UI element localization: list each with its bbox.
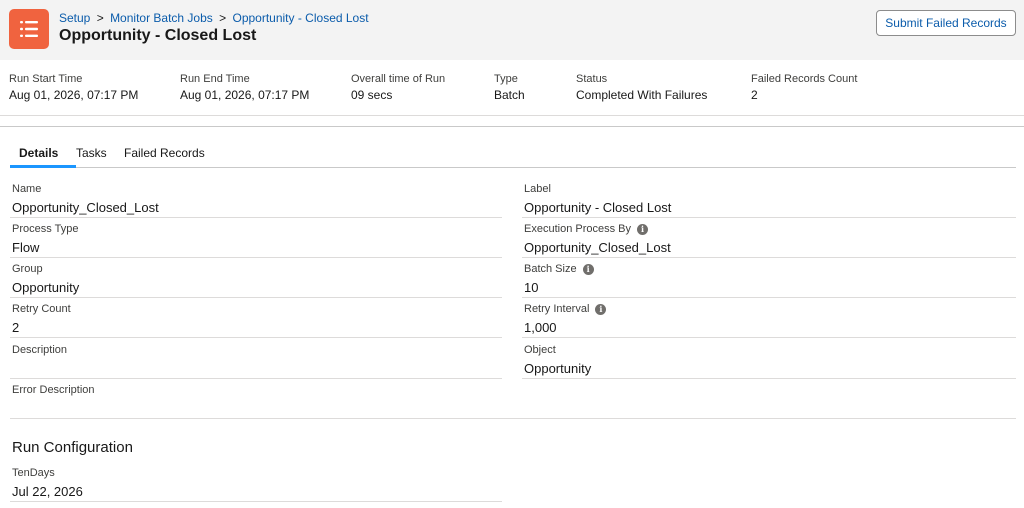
field-value: Opportunity_Closed_Lost: [524, 240, 671, 255]
field-value: Jul 22, 2026: [12, 484, 83, 499]
field-label: Description: [12, 344, 68, 356]
field-value: Flow: [12, 240, 40, 255]
field-value: Opportunity: [524, 361, 592, 376]
section-divider: [10, 418, 1016, 419]
field-label: Group: [12, 263, 43, 275]
field-process-type: Process Type Flow: [10, 218, 502, 258]
breadcrumb-separator: >: [96, 11, 104, 25]
field-batch-size: Batch Size i 10: [522, 258, 1016, 298]
breadcrumb: Setup > Monitor Batch Jobs > Opportunity…: [59, 11, 369, 25]
field-value: 1,000: [524, 320, 557, 335]
active-tab-indicator: [10, 165, 76, 168]
field-label: Object: [524, 344, 556, 356]
summary-label: Failed Records Count: [751, 73, 858, 85]
field-label: Process Type: [12, 223, 79, 235]
field-value: Opportunity_Closed_Lost: [12, 200, 159, 215]
summary-value: Completed With Failures: [576, 88, 708, 102]
breadcrumb-setup-link[interactable]: Setup: [59, 11, 90, 25]
field-retry-count: Retry Count 2: [10, 298, 502, 338]
field-label: Batch Size: [524, 263, 577, 275]
info-icon[interactable]: i: [582, 264, 594, 275]
info-icon[interactable]: i: [637, 224, 648, 235]
summary-run-start-time: Run Start Time Aug 01, 2026, 07:17 PM: [9, 73, 138, 102]
summary-label: Type: [494, 73, 518, 85]
summary-value: 2: [751, 88, 758, 102]
field-group: Group Opportunity: [10, 258, 502, 298]
summary-value: Aug 01, 2026, 07:17 PM: [180, 88, 310, 102]
field-name: Name Opportunity_Closed_Lost: [10, 178, 502, 218]
field-description: Description: [10, 339, 502, 379]
field-value: 10: [524, 280, 539, 295]
summary-label: Status: [576, 73, 608, 85]
tab-failed-records[interactable]: Failed Records: [124, 146, 205, 160]
submit-failed-records-button[interactable]: Submit Failed Records: [876, 10, 1016, 36]
field-value: Opportunity - Closed Lost: [524, 200, 672, 215]
field-label: Label: [524, 183, 551, 195]
field-value: 2: [12, 320, 20, 335]
summary-value: Batch: [494, 88, 525, 102]
field-value: Opportunity: [12, 280, 80, 295]
field-label: Error Description: [12, 384, 95, 396]
tab-bar: Details Tasks Failed Records: [10, 137, 1016, 168]
summary-type: Type Batch: [494, 73, 525, 102]
page-header: Setup > Monitor Batch Jobs > Opportunity…: [0, 0, 1024, 60]
breadcrumb-current-link[interactable]: Opportunity - Closed Lost: [232, 11, 368, 25]
field-tendays: TenDays Jul 22, 2026: [10, 462, 502, 502]
field-label: Retry Count: [12, 303, 71, 315]
field-label: TenDays: [12, 467, 55, 479]
info-icon[interactable]: i: [595, 304, 607, 315]
tab-tasks[interactable]: Tasks: [76, 146, 107, 160]
field-error-description: Error Description: [10, 379, 502, 419]
field-retry-interval: Retry Interval i 1,000: [522, 298, 1016, 338]
breadcrumb-separator: >: [219, 11, 227, 25]
divider: [0, 126, 1024, 127]
field-label: Execution Process By: [524, 223, 631, 235]
field-label-name: Label Opportunity - Closed Lost: [522, 178, 1016, 218]
summary-value: 09 secs: [351, 88, 393, 102]
summary-label: Run Start Time: [9, 73, 83, 85]
summary-failed-records-count: Failed Records Count 2: [751, 73, 857, 102]
field-label: Retry Interval: [524, 303, 590, 315]
summary-status: Status Completed With Failures: [576, 73, 707, 102]
run-summary: Run Start Time Aug 01, 2026, 07:17 PM Ru…: [0, 60, 1024, 116]
breadcrumb-monitor-batch-jobs-link[interactable]: Monitor Batch Jobs: [110, 11, 213, 25]
summary-overall-time: Overall time of Run 09 secs: [351, 73, 445, 102]
list-icon: [9, 9, 49, 49]
run-configuration-heading: Run Configuration: [12, 439, 133, 456]
summary-label: Overall time of Run: [351, 73, 446, 85]
tab-details[interactable]: Details: [19, 146, 58, 160]
page-title: Opportunity - Closed Lost: [59, 27, 257, 44]
field-execution-process-by: Execution Process By i Opportunity_Closed…: [522, 218, 1016, 258]
field-object: Object Opportunity: [522, 339, 1016, 379]
summary-run-end-time: Run End Time Aug 01, 2026, 07:17 PM: [180, 73, 309, 102]
field-label: Name: [12, 183, 42, 195]
summary-value: Aug 01, 2026, 07:17 PM: [9, 88, 139, 102]
summary-label: Run End Time: [180, 73, 250, 85]
